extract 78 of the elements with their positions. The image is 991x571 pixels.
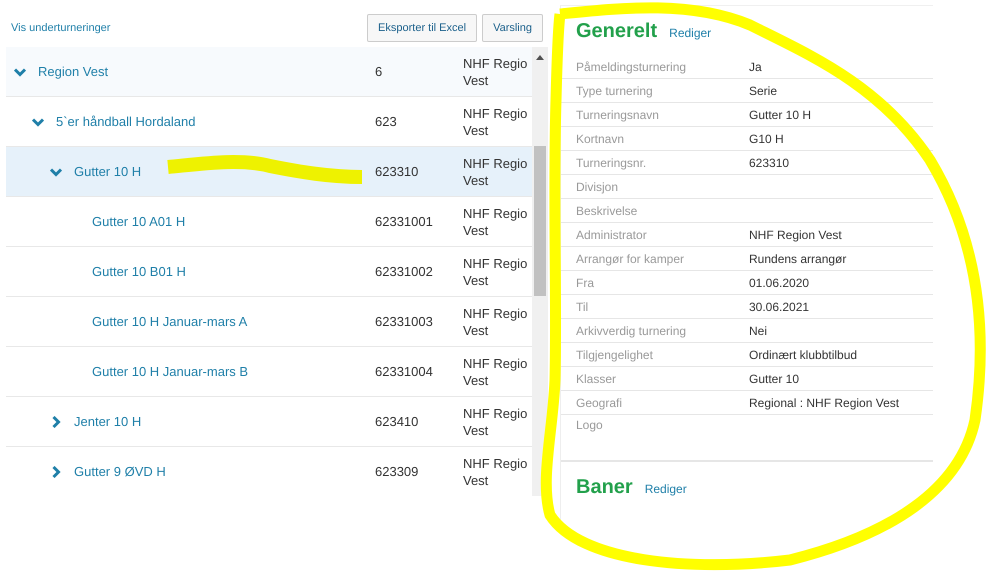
- section-title: Generelt: [576, 20, 658, 43]
- field-label: Turneringsnavn: [576, 108, 659, 122]
- tournament-link[interactable]: Gutter 10 B01 H: [92, 264, 186, 279]
- tournament-number: 6: [375, 64, 384, 79]
- tournament-number: 623309: [375, 464, 420, 479]
- organizer-text: NHF Regio Vest: [463, 54, 528, 88]
- scrollbar-thumb[interactable]: [534, 146, 546, 296]
- tournament-number: 62331003: [375, 314, 434, 329]
- field-label: Til: [576, 300, 588, 314]
- field-label: Klasser: [576, 372, 616, 386]
- field-label: Logo: [576, 418, 603, 432]
- field-value: Rundens arrangør: [749, 252, 846, 266]
- chevron-right-icon[interactable]: [50, 466, 62, 478]
- field-value: Gutter 10 H: [749, 108, 812, 122]
- field-value: Serie: [749, 84, 778, 98]
- field-label: Kortnavn: [576, 132, 624, 146]
- tree-row[interactable]: Jenter 10 H 623410 NHF Regio Vest: [6, 397, 532, 447]
- section-title: Baner: [576, 476, 633, 499]
- tree-row[interactable]: Gutter 10 H Januar-mars B 62331004 NHF Regio Vest: [6, 347, 532, 397]
- organizer-text: NHF Regio Vest: [463, 154, 528, 188]
- field-value: Regional : NHF Region Vest: [749, 396, 900, 410]
- tournament-number: 623: [375, 114, 398, 129]
- field-label: Divisjon: [576, 180, 618, 194]
- tree-row[interactable]: Gutter 10 A01 H 62331001 NHF Regio Vest: [6, 197, 532, 247]
- edit-link[interactable]: Rediger: [644, 482, 687, 496]
- tournament-link[interactable]: Gutter 10 A01 H: [92, 214, 186, 229]
- tree-row[interactable]: Gutter 10 H 623310 NHF Regio Vest: [6, 147, 532, 197]
- tournament-number: 623310: [375, 164, 420, 179]
- organizer-text: NHF Regio Vest: [463, 454, 528, 488]
- field-value: Nei: [749, 324, 768, 338]
- tournament-link[interactable]: Gutter 10 H: [74, 164, 142, 179]
- field-value: Ja: [749, 60, 762, 74]
- field-label: Fra: [576, 276, 594, 290]
- field-label: Arkivverdig turnering: [576, 324, 686, 338]
- organizer-text: NHF Regio Vest: [463, 304, 528, 338]
- field-label: Geografi: [576, 396, 622, 410]
- field-label: Type turnering: [576, 84, 653, 98]
- chevron-down-icon[interactable]: [14, 66, 26, 78]
- organizer-text: NHF Regio Vest: [463, 204, 528, 238]
- notify-button[interactable]: Varsling: [482, 14, 543, 42]
- tournament-link[interactable]: Gutter 10 H Januar-mars B: [92, 364, 248, 379]
- organizer-text: NHF Regio Vest: [463, 104, 528, 138]
- chevron-down-icon[interactable]: [50, 166, 62, 178]
- tournament-number: 62331002: [375, 264, 434, 279]
- chevron-right-icon[interactable]: [50, 416, 62, 428]
- field-label: Turneringsnr.: [576, 156, 646, 170]
- field-label: Arrangør for kamper: [576, 252, 684, 266]
- field-label: Administrator: [576, 228, 647, 242]
- organizer-text: NHF Regio Vest: [463, 404, 528, 438]
- edit-link[interactable]: Rediger: [669, 26, 712, 40]
- show-subtournaments-link[interactable]: Vis underturneringer: [11, 22, 110, 34]
- tournament-link[interactable]: Gutter 9 ØVD H: [74, 464, 166, 479]
- field-value: 01.06.2020: [749, 276, 810, 290]
- field-value: 30.06.2021: [749, 300, 810, 314]
- tournament-link[interactable]: 5`er håndball Hordaland: [56, 114, 196, 129]
- field-label: Beskrivelse: [576, 204, 638, 218]
- tree-row[interactable]: Gutter 10 B01 H 62331002 NHF Regio Vest: [6, 247, 532, 297]
- tournament-number: 623410: [375, 414, 420, 429]
- tree-row[interactable]: Gutter 10 H Januar-mars A 62331003 NHF Regio Vest: [6, 297, 532, 347]
- tournament-link[interactable]: Jenter 10 H: [74, 414, 142, 429]
- scrollbar[interactable]: [532, 47, 548, 496]
- field-label: Påmeldingsturnering: [576, 60, 686, 74]
- organizer-text: NHF Regio Vest: [463, 354, 528, 388]
- tournament-link[interactable]: Gutter 10 H Januar-mars A: [92, 314, 248, 329]
- tournament-link[interactable]: Region Vest: [38, 64, 108, 79]
- scroll-up-icon[interactable]: [536, 55, 544, 60]
- chevron-down-icon[interactable]: [32, 116, 44, 128]
- export-button[interactable]: Eksporter til Excel: [367, 14, 478, 42]
- organizer-text: NHF Regio Vest: [463, 254, 528, 288]
- field-value: Gutter 10: [749, 372, 800, 386]
- tree-row[interactable]: Region Vest 6 NHF Regio Vest: [6, 47, 532, 97]
- field-label: Tilgjengelighet: [576, 348, 653, 362]
- tournament-number: 62331004: [375, 364, 434, 379]
- field-value: 623310: [749, 156, 790, 170]
- field-value: G10 H: [749, 132, 784, 146]
- field-value: Ordinært klubbtilbud: [749, 348, 858, 362]
- field-value: NHF Region Vest: [749, 228, 842, 242]
- tournament-number: 62331001: [375, 214, 434, 229]
